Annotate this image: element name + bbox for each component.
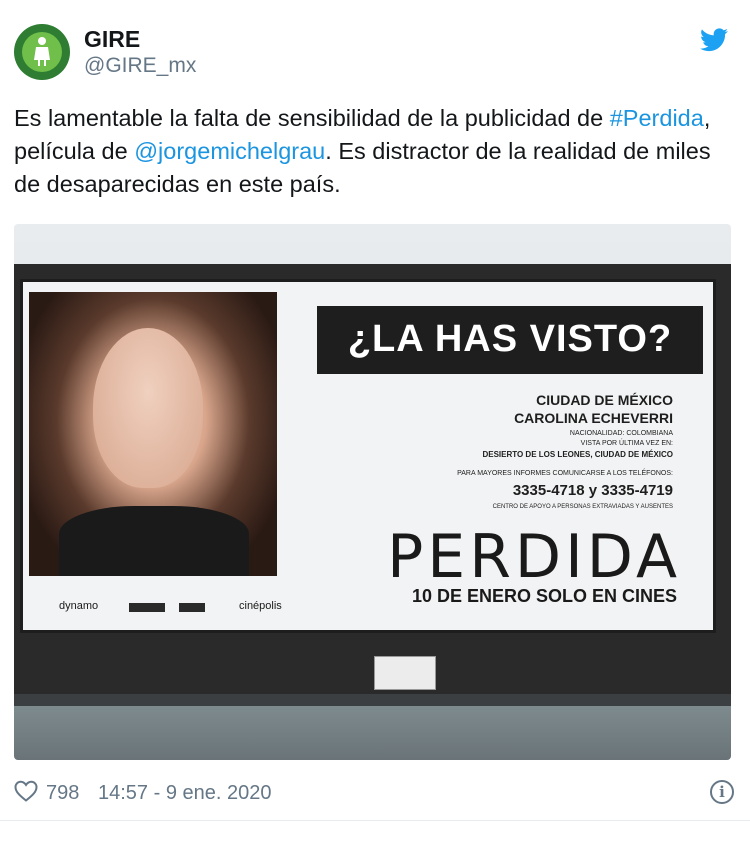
poster-location: DESIERTO DE LOS LEONES, CIUDAD DE MÉXICO: [482, 450, 673, 459]
dynamo-logo: dynamo: [59, 600, 99, 612]
poster-headline: ¿LA HAS VISTO?: [347, 318, 673, 360]
tweet-photo[interactable]: ¿LA HAS VISTO? CIUDAD DE MÉXICO CAROLINA…: [14, 224, 731, 760]
tweet-text: Es lamentable la falta de sensibilidad d…: [14, 102, 734, 201]
bus-stop-roof: [14, 694, 731, 706]
small-sign: [374, 656, 436, 690]
bus-stop-wall: [14, 706, 731, 760]
info-icon[interactable]: i: [710, 780, 734, 804]
sponsor-logo-mark: [129, 603, 165, 612]
tweet-card: GIRE @GIRE_mx Es lamentable la falta de …: [0, 0, 750, 842]
user-handle[interactable]: @GIRE_mx: [84, 54, 196, 78]
portrait-face: [93, 328, 203, 488]
display-name[interactable]: GIRE: [84, 26, 140, 53]
sponsor-logo-mark: [179, 603, 205, 612]
poster-info-prompt: PARA MAYORES INFORMES COMUNICARSE A LOS …: [457, 470, 673, 477]
poster-phones: 3335-4718 y 3335-4719: [512, 482, 673, 499]
hashtag-link[interactable]: #Perdida: [610, 105, 704, 131]
tweet-footer: 798 14:57 - 9 ene. 2020 i: [14, 776, 734, 812]
portrait-shoulders: [59, 506, 249, 576]
heart-icon[interactable]: [14, 780, 38, 802]
mention-link[interactable]: @jorgemichelgrau: [134, 138, 325, 164]
like-count[interactable]: 798: [46, 782, 79, 805]
poster-person-name: CAROLINA ECHEVERRI: [514, 410, 673, 426]
sponsor-logos: dynamo cinépolis: [59, 600, 299, 616]
poster-center: CENTRO DE APOYO A PERSONAS EXTRAVIADAS Y…: [492, 504, 673, 510]
cinepolis-logo: cinépolis: [239, 600, 282, 612]
twitter-bird-icon[interactable]: [700, 28, 728, 52]
poster-city: CIUDAD DE MÉXICO: [536, 392, 673, 408]
poster-last-seen: VISTA POR ÚLTIMA VEZ EN:: [580, 440, 673, 447]
release-date: 10 DE ENERO SOLO EN CINES: [411, 586, 677, 606]
woman-portrait: [29, 292, 277, 576]
bottom-divider: [0, 820, 750, 821]
poster-nationality: NACIONALIDAD: COLOMBIANA: [569, 430, 673, 437]
movie-title: PERDIDA: [387, 522, 681, 592]
avatar[interactable]: [14, 24, 70, 80]
headline-banner: ¿LA HAS VISTO?: [317, 306, 703, 374]
tweet-timestamp[interactable]: 14:57 - 9 ene. 2020: [98, 782, 271, 805]
movie-poster: ¿LA HAS VISTO? CIUDAD DE MÉXICO CAROLINA…: [20, 279, 716, 633]
gire-logo-icon: [34, 37, 50, 66]
tweet-text-part: Es lamentable la falta de sensibilidad d…: [14, 105, 604, 131]
